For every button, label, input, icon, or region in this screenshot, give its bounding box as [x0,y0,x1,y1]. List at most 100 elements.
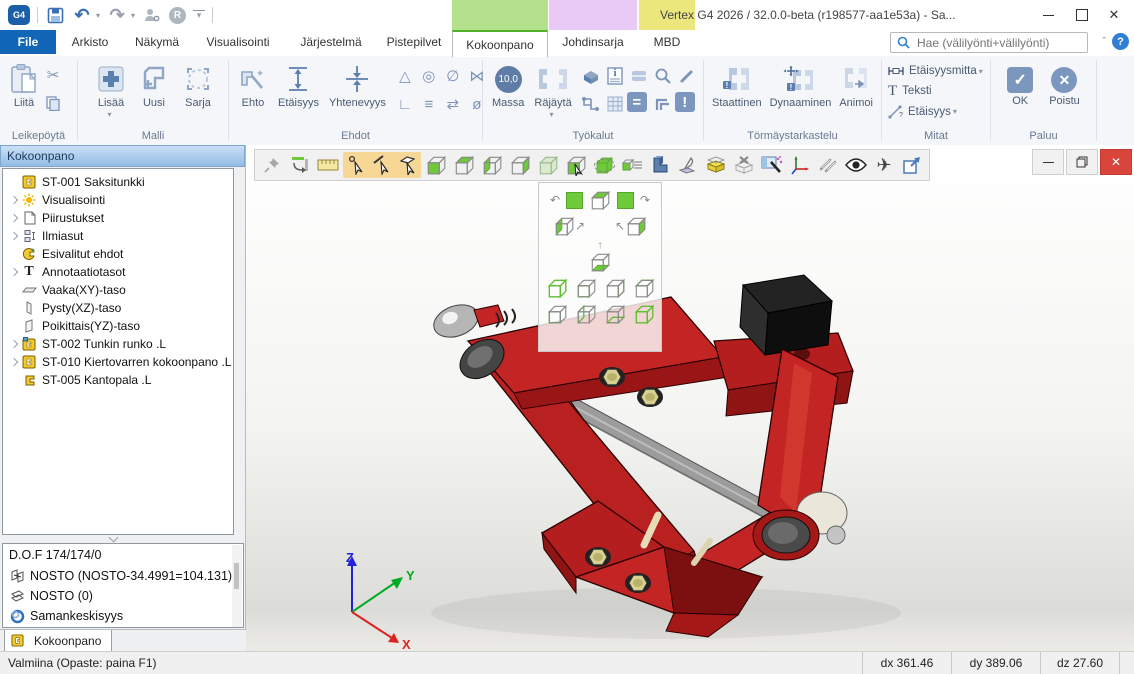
view-face-right-button[interactable] [617,192,634,209]
app-logo[interactable]: G4 [8,5,30,25]
search-input[interactable] [915,35,1069,51]
iso-view-7-button[interactable] [604,303,626,325]
iso-view-8-button[interactable] [633,303,655,325]
view-select-face-icon[interactable] [563,152,589,178]
tree-panel-header[interactable]: Kokoonpano [0,145,245,167]
iso-view-4-button[interactable] [633,277,655,299]
pin-icon[interactable] [259,152,285,178]
doc-minimize-button[interactable] [1032,149,1064,175]
doc-restore-button[interactable] [1066,149,1098,175]
dof-item-clipped[interactable] [3,626,243,628]
kinematics-tool-icon[interactable] [579,92,603,116]
info-tool-icon[interactable]: i [603,64,627,88]
extrude-tool-icon[interactable] [579,64,603,88]
rotate-ccw-icon[interactable]: ↶ [550,195,560,205]
warning-tool-icon[interactable]: ! [675,92,695,112]
window-maximize-button[interactable] [1068,4,1096,26]
ruler-icon[interactable] [315,152,341,178]
dof-item-samankeskisyys[interactable]: Samankeskisyys [3,606,243,626]
expander-icon[interactable] [7,233,21,239]
view-top-icon[interactable] [451,152,477,178]
view-right-icon[interactable] [507,152,533,178]
perpendicular-constraint-icon[interactable]: ∟ [393,92,417,116]
part-mode-icon[interactable] [647,152,673,178]
flyby-airplane-icon[interactable]: ✈ [871,152,897,178]
series-button[interactable]: Sarja [180,60,216,111]
distance-constraint-button[interactable]: Etäisyys [275,60,322,111]
view-rotate-icon[interactable] [591,152,617,178]
tab-johdinsarja[interactable]: Johdinsarja [549,30,637,54]
iso-view-2-button[interactable] [575,277,597,299]
tree-item-visualisointi[interactable]: Visualisointi [3,191,233,209]
exit-button[interactable]: ✕ Poistu [1046,64,1083,109]
tab-arkisto[interactable]: Arkisto [56,30,124,54]
window-select-icon[interactable] [759,152,785,178]
redo-dropdown-icon[interactable]: ▾ [131,11,135,20]
tab-nakyma[interactable]: Näkymä [124,30,190,54]
tangent-constraint-icon[interactable]: ∅ [441,64,465,88]
tab-visualisointi[interactable]: Visualisointi [190,30,286,54]
resize-grip[interactable] [1119,652,1134,674]
recording-badge[interactable]: R [169,7,186,24]
select-face-icon[interactable] [395,152,421,178]
panel-tab-kokoonpano[interactable]: Kokoonpano [4,630,112,652]
section-box-icon[interactable] [703,152,729,178]
view-face-left-button[interactable] [566,192,583,209]
orient-view-icon[interactable] [287,152,313,178]
fold-plane-icon[interactable] [675,152,701,178]
rotate-cw-icon[interactable]: ↷ [640,195,650,205]
parallel-constraint-icon[interactable]: ≡ [417,92,441,116]
tree-item-st002[interactable]: ST-002 Tunkin runko .L [3,335,233,353]
tree-item-st010[interactable]: ST-010 Kiertovarren kokoonpano .L [3,353,233,371]
tree-item-root-assembly[interactable]: ST-001 Saksitunkki [3,173,233,191]
window-minimize-button[interactable] [1034,4,1062,26]
tab-kokoonpano[interactable]: Kokoonpano [452,30,548,57]
tree-item-annotaatiotasot[interactable]: T Annotaatiotasot [3,263,233,281]
zoom-tool-icon[interactable] [651,64,675,88]
expander-icon[interactable] [7,341,21,347]
select-edge-icon[interactable] [369,152,395,178]
customize-toolbar-icon[interactable]: ▾ [193,10,205,21]
equal-tool-icon[interactable]: = [627,92,647,112]
measure-distance-button[interactable]: ? Etäisyys ▾ [888,102,957,122]
dof-item-nosto-dim[interactable]: NOSTO (NOSTO-34.4991=104.131) [3,566,243,586]
save-icon[interactable] [45,5,65,25]
export-view-icon[interactable] [899,152,925,178]
ok-button[interactable]: ✓ OK [1004,64,1036,109]
edit-tool-icon[interactable] [675,64,699,88]
pipe-tool-icon[interactable] [651,92,675,116]
tab-mbd[interactable]: MBD [639,30,695,54]
tab-pistepilvet[interactable]: Pistepilvet [376,30,452,54]
iso-view-1-button[interactable] [546,277,568,299]
distance-dimension-button[interactable]: Etäisyysmitta ▾ [888,61,983,81]
constraint-button[interactable]: Ehto [235,60,271,111]
undo-icon[interactable]: ↶ [72,5,92,25]
tree-item-st005[interactable]: ST-005 Kantopala .L [3,371,233,389]
view-list-icon[interactable] [619,152,645,178]
tab-file[interactable]: File [0,30,56,54]
undo-dropdown-icon[interactable]: ▾ [96,11,100,20]
delete-box-icon[interactable] [731,152,757,178]
tree-item-esivalitut-ehdot[interactable]: Esivalitut ehdot [3,245,233,263]
add-component-button[interactable]: Lisää ▾ [94,60,128,121]
iso-view-3-button[interactable] [604,277,626,299]
help-icon[interactable]: ? [1112,33,1129,50]
tree-item-pysty-xz-taso[interactable]: Pysty(XZ)-taso [3,299,233,317]
concentric-constraint-icon[interactable]: ◎ [417,64,441,88]
doc-close-button[interactable]: ✕ [1100,149,1132,175]
dof-scrollbar[interactable] [232,545,242,627]
mass-button[interactable]: 10,0 Massa [489,60,527,111]
dynamic-collision-button[interactable]: ! Dynaaminen [767,60,835,111]
tree-item-piirustukset[interactable]: Piirustukset [3,209,233,227]
new-component-button[interactable]: Uusi [136,60,172,111]
cut-icon[interactable]: ✂ [42,64,64,86]
expander-icon[interactable] [7,269,21,275]
view-left-face-button[interactable]: ↗ [553,215,585,237]
animate-collision-button[interactable]: Animoi [836,60,876,111]
view-left-icon[interactable] [479,152,505,178]
visibility-eye-icon[interactable] [843,152,869,178]
search-box[interactable] [890,32,1088,53]
expander-icon[interactable] [7,197,21,203]
text-annotation-button[interactable]: T Teksti [888,81,932,101]
redo-icon[interactable]: ↷ [107,5,127,25]
